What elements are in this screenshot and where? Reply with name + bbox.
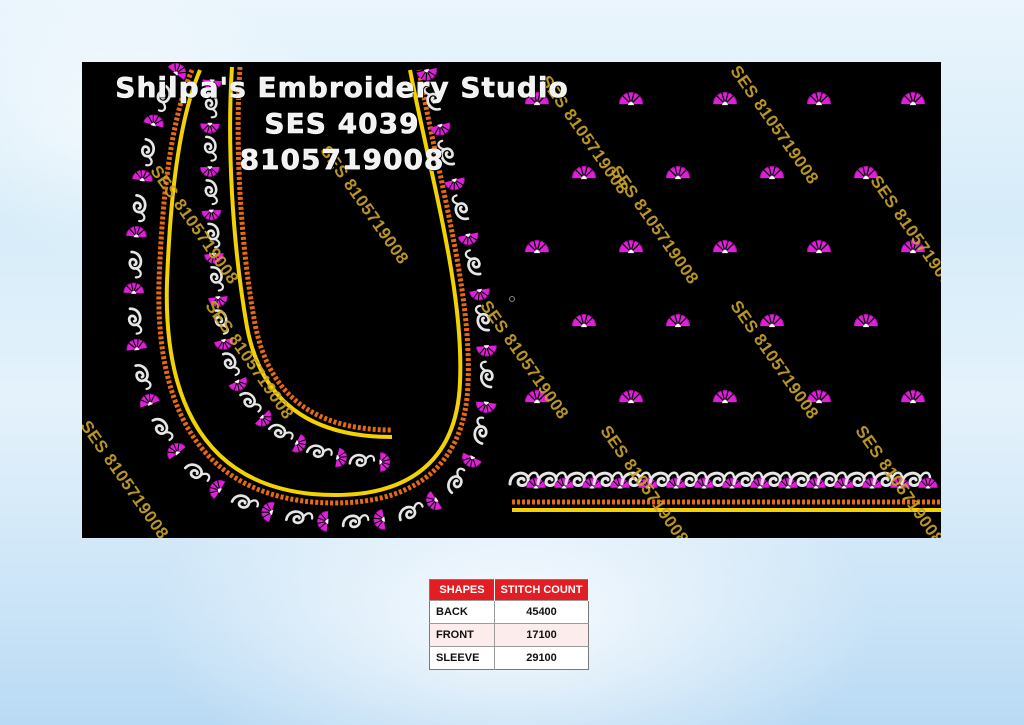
fan-motif xyxy=(475,344,498,358)
fan-motif xyxy=(900,91,926,106)
table-row: SLEEVE 29100 xyxy=(429,646,589,670)
shape-cell: FRONT xyxy=(429,623,495,647)
stitch-count-table: SHAPES STITCH COUNT BACK 45400 FRONT 171… xyxy=(429,579,589,670)
shape-cell: SLEEVE xyxy=(429,646,495,670)
fan-motif xyxy=(618,239,644,254)
scroll-motif xyxy=(267,419,296,446)
fan-motif xyxy=(618,91,644,106)
fan-motif xyxy=(259,499,276,523)
fan-motif xyxy=(422,490,444,514)
fan-motif xyxy=(123,282,145,295)
fan-motif xyxy=(665,165,691,180)
fan-motif xyxy=(853,313,879,328)
fan-motif xyxy=(443,175,467,193)
stitch-count-cell: 29100 xyxy=(494,646,589,670)
fan-motif xyxy=(712,91,738,106)
studio-title-block: Shilpa's Embroidery Studio SES 4039 8105… xyxy=(82,70,602,178)
fan-motif xyxy=(524,239,550,254)
scroll-motif xyxy=(127,250,144,279)
scroll-motif xyxy=(204,178,219,206)
fan-motif xyxy=(316,510,330,532)
table-row: BACK 45400 xyxy=(429,600,589,624)
fan-motif xyxy=(759,165,785,180)
shape-cell: BACK xyxy=(429,600,495,624)
fan-motif xyxy=(806,91,832,106)
stitch-count-cell: 17100 xyxy=(494,623,589,647)
fan-motif xyxy=(125,225,148,239)
scroll-motif xyxy=(183,459,213,488)
fan-motif xyxy=(474,400,497,414)
fan-motif xyxy=(163,438,187,461)
scroll-motif xyxy=(238,388,264,417)
fan-motif xyxy=(900,389,926,404)
column-header-stitch-count: STITCH COUNT xyxy=(494,579,589,601)
fan-motif xyxy=(665,313,691,328)
fan-motif xyxy=(571,313,597,328)
scroll-motif xyxy=(230,490,261,515)
fan-motif xyxy=(201,208,222,221)
scroll-motif xyxy=(132,361,153,392)
fan-motif xyxy=(806,239,832,254)
design-code: SES 4039 xyxy=(264,107,420,141)
fan-motif xyxy=(228,375,251,395)
scroll-motif xyxy=(348,452,376,469)
scroll-motif xyxy=(127,306,143,336)
scroll-motif xyxy=(150,414,176,445)
fan-motif xyxy=(712,389,738,404)
studio-name: Shilpa's Embroidery Studio xyxy=(115,71,569,105)
scroll-motif xyxy=(442,465,471,496)
scroll-motif xyxy=(305,441,335,463)
center-marker xyxy=(509,296,515,302)
scroll-motif xyxy=(450,192,471,223)
scroll-motif xyxy=(463,247,483,278)
sleeve-border-design xyxy=(508,296,941,512)
fan-motif xyxy=(378,452,391,472)
fan-motif xyxy=(333,447,349,469)
fan-motif xyxy=(372,508,387,532)
column-header-shapes: SHAPES xyxy=(429,579,495,601)
scroll-motif xyxy=(341,513,370,529)
scroll-motif xyxy=(479,360,494,389)
stitch-count-cell: 45400 xyxy=(494,600,589,624)
fan-motif xyxy=(759,313,785,328)
table-header-row: SHAPES STITCH COUNT xyxy=(429,579,589,601)
scroll-motif xyxy=(470,415,491,446)
embroidery-design-panel: SES 8105719008 SES 8105719008 SES 810571… xyxy=(82,62,941,538)
scroll-motif xyxy=(395,500,427,523)
scroll-motif xyxy=(284,508,315,527)
fan-motif xyxy=(457,231,481,248)
table-row: FRONT 17100 xyxy=(429,623,589,647)
fan-motif xyxy=(125,337,148,353)
fan-motif xyxy=(458,451,483,471)
fan-motif xyxy=(712,239,738,254)
fan-motif xyxy=(618,389,644,404)
phone-number: 8105719008 xyxy=(239,143,445,177)
fan-motif xyxy=(136,390,161,409)
scroll-motif xyxy=(131,193,148,223)
